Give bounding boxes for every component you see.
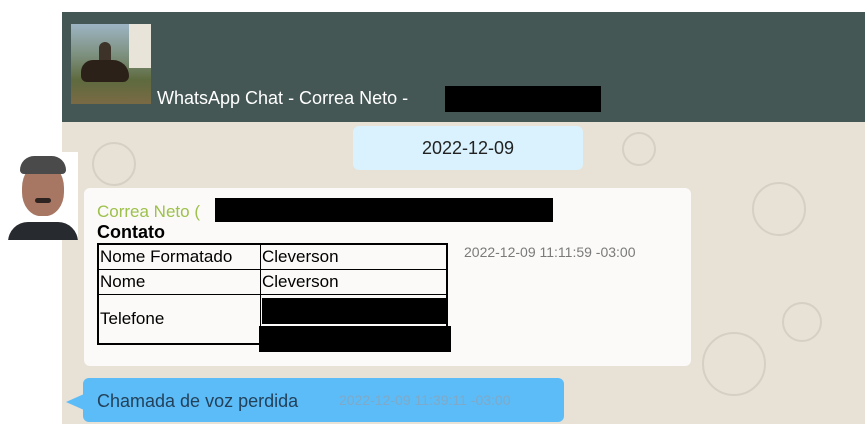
- table-row: Nome Formatado Cleverson: [97, 243, 448, 270]
- bubble-tail: [66, 394, 84, 410]
- date-badge: 2022-12-09: [353, 126, 583, 170]
- contact-card-title: Contato: [97, 222, 165, 242]
- chat-title: WhatsApp Chat - Correa Neto -: [157, 88, 409, 108]
- missed-call-message[interactable]: Chamada de voz perdida 2022-12-09 11:39:…: [83, 378, 564, 422]
- wallpaper-doodle: [622, 132, 656, 166]
- contact-message[interactable]: Correa Neto ( Contato Nome Formatado Cle…: [84, 188, 691, 366]
- contact-field-label: Telefone: [97, 294, 261, 345]
- redaction-block: [262, 298, 448, 324]
- chat-header: WhatsApp Chat - Correa Neto -: [62, 12, 865, 122]
- wallpaper-doodle: [752, 182, 806, 236]
- contact-field-label: Nome Formatado: [97, 243, 261, 270]
- contact-field-value: Cleverson: [260, 269, 448, 295]
- contact-profile-photo[interactable]: [71, 24, 151, 104]
- contact-field-label: Nome: [97, 269, 261, 295]
- sender-avatar[interactable]: [8, 152, 78, 240]
- redaction-block: [259, 326, 451, 352]
- redaction-block: [445, 86, 601, 112]
- missed-call-text: Chamada de voz perdida: [97, 391, 299, 411]
- table-row: Nome Cleverson: [97, 269, 448, 295]
- wallpaper-doodle: [702, 332, 766, 396]
- sender-name: Correa Neto (: [97, 202, 200, 221]
- wallpaper-doodle: [92, 142, 136, 186]
- redaction-block: [215, 198, 553, 222]
- message-timestamp: 2022-12-09 11:11:59 -03:00: [464, 244, 636, 260]
- wallpaper-doodle: [782, 302, 822, 342]
- contact-field-value: Cleverson: [260, 243, 448, 270]
- message-timestamp: 2022-12-09 11:39:11 -03:00: [339, 392, 511, 408]
- chat-area[interactable]: 2022-12-09 Correa Neto ( Contato Nome Fo…: [62, 122, 865, 424]
